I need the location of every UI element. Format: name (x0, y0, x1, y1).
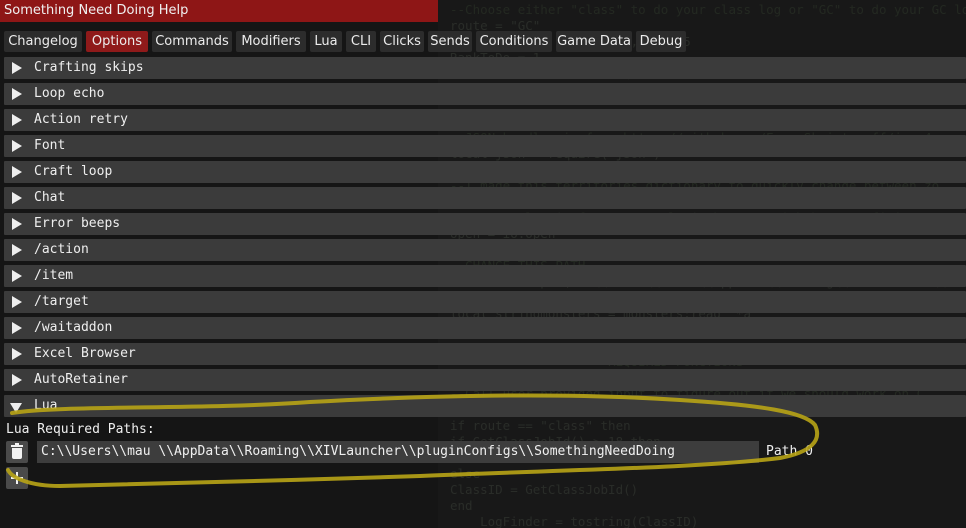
caret-right-icon (12, 244, 22, 256)
caret-right-icon (12, 348, 22, 360)
section-label: AutoRetainer (34, 372, 128, 387)
section-label: Excel Browser (34, 346, 136, 361)
caret-down-icon (10, 403, 22, 413)
window-title: Something Need Doing Help (4, 3, 189, 18)
tab-game-data[interactable]: Game Data (556, 31, 632, 52)
caret-right-icon (12, 374, 22, 386)
section-label: /waitaddon (34, 320, 113, 335)
section-header-lua[interactable]: Lua (4, 395, 966, 417)
caret-right-icon (12, 296, 22, 308)
tab-conditions[interactable]: Conditions (476, 31, 552, 52)
caret-right-icon (12, 270, 22, 282)
help-window: Something Need Doing Help Changelog Optio… (0, 0, 966, 528)
section-label: Craft loop (34, 164, 113, 179)
section-label: Lua (34, 398, 58, 413)
caret-right-icon (12, 218, 22, 230)
section-header-item[interactable]: /item (4, 265, 966, 287)
section-header-loop-echo[interactable]: Loop echo (4, 83, 966, 105)
caret-right-icon (12, 140, 22, 152)
caret-right-icon (12, 166, 22, 178)
tab-sends[interactable]: Sends (428, 31, 472, 52)
section-label: /target (34, 294, 89, 309)
section-header-action[interactable]: /action (4, 239, 966, 261)
section-label: Error beeps (34, 216, 121, 231)
caret-right-icon (12, 88, 22, 100)
tab-options[interactable]: Options (86, 31, 148, 52)
section-header-crafting-skips[interactable]: Crafting skips (4, 57, 966, 79)
path-index-label: Path 0 (766, 444, 813, 459)
caret-right-icon (12, 114, 22, 126)
caret-right-icon (12, 322, 22, 334)
tab-modifiers[interactable]: Modifiers (236, 31, 306, 52)
tab-debug[interactable]: Debug (636, 31, 686, 52)
caret-right-icon (12, 62, 22, 74)
section-label: Loop echo (34, 86, 105, 101)
lua-path-input[interactable]: C:\\Users\\mau \\AppData\\Roaming\\XIVLa… (37, 441, 759, 463)
section-header-action-retry[interactable]: Action retry (4, 109, 966, 131)
tab-changelog[interactable]: Changelog (4, 31, 82, 52)
add-path-button[interactable] (6, 467, 28, 489)
section-header-craft-loop[interactable]: Craft loop (4, 161, 966, 183)
section-label: Font (34, 138, 66, 153)
tab-lua[interactable]: Lua (310, 31, 342, 52)
tab-commands[interactable]: Commands (152, 31, 232, 52)
section-header-chat[interactable]: Chat (4, 187, 966, 209)
title-bar[interactable]: Something Need Doing Help (0, 0, 438, 22)
section-label: /item (34, 268, 74, 283)
section-header-excel-browser[interactable]: Excel Browser (4, 343, 966, 365)
delete-path-button[interactable] (6, 441, 28, 463)
lua-required-paths-heading: Lua Required Paths: (6, 422, 155, 437)
tab-clicks[interactable]: Clicks (380, 31, 424, 52)
tab-cli[interactable]: CLI (346, 31, 376, 52)
section-label: Crafting skips (34, 60, 144, 75)
section-header-waitaddon[interactable]: /waitaddon (4, 317, 966, 339)
section-header-font[interactable]: Font (4, 135, 966, 157)
section-header-target[interactable]: /target (4, 291, 966, 313)
section-label: /action (34, 242, 89, 257)
section-header-autoretainer[interactable]: AutoRetainer (4, 369, 966, 391)
section-header-error-beeps[interactable]: Error beeps (4, 213, 966, 235)
caret-right-icon (12, 192, 22, 204)
section-label: Action retry (34, 112, 128, 127)
section-label: Chat (34, 190, 66, 205)
